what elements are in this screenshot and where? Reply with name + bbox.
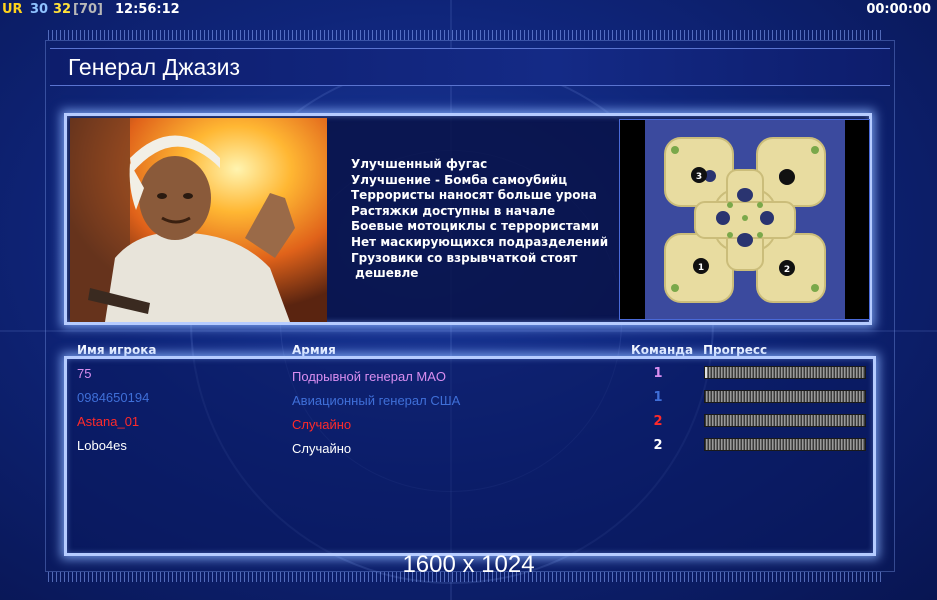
player-roster-panel <box>64 356 876 556</box>
feature-item: Грузовики со взрывчаткой стоят <box>351 250 578 265</box>
player-army: Случайно <box>292 441 352 456</box>
progress-fill <box>705 367 707 378</box>
feature-item: дешевле <box>351 266 419 281</box>
top-status-bar: UR 30 32 [70] 12:56:12 00:00:00 <box>0 0 937 20</box>
feature-item: Боевые мотоциклы с террористами <box>351 219 599 234</box>
header-progress: Прогресс <box>703 343 768 357</box>
player-name: Astana_01 <box>77 414 140 429</box>
player-team: 1 <box>653 390 663 405</box>
player-progress-bar <box>704 414 866 427</box>
hud-ur-label: UR <box>2 2 23 17</box>
player-army: Подрывной генерал MAO <box>292 369 447 384</box>
resolution-label: 1600 x 1024 <box>402 551 535 578</box>
player-progress-bar <box>704 366 866 379</box>
player-name: Lobo4es <box>77 438 127 453</box>
hud-value-70: [70] <box>73 2 103 17</box>
hud-timer: 00:00:00 <box>866 2 931 17</box>
player-name: 0984650194 <box>77 390 150 405</box>
feature-item: Террористы наносят больше урона <box>351 188 597 203</box>
player-team: 1 <box>653 366 663 381</box>
hud-value-32: 32 <box>53 2 72 17</box>
general-features-list: Улучшенный фугас Улучшение - Бомба самоу… <box>351 157 608 282</box>
minimap-preview: 3 1 2 <box>619 119 870 320</box>
player-army: Случайно <box>292 417 352 432</box>
player-progress-bar <box>704 438 866 451</box>
header-team: Команда <box>631 343 694 357</box>
minimap-start-label: 1 <box>698 263 704 273</box>
feature-item: Улучшение - Бомба самоубийц <box>351 172 568 187</box>
feature-item: Улучшенный фугас <box>351 157 488 171</box>
minimap-start-label: 2 <box>784 265 790 275</box>
player-name: 75 <box>77 366 92 381</box>
hud-clock: 12:56:12 <box>115 2 180 17</box>
general-portrait <box>70 118 327 322</box>
header-player-name: Имя игрока <box>77 343 157 357</box>
feature-item: Растяжки доступны в начале <box>351 203 556 218</box>
feature-item: Нет маскирующихся подразделений <box>351 234 609 249</box>
header-army: Армия <box>292 343 336 357</box>
general-title: Генерал Джазиз <box>68 54 241 80</box>
player-army: Авиационный генерал США <box>292 393 461 408</box>
hud-value-30: 30 <box>30 2 49 17</box>
minimap-start-label: 3 <box>696 172 702 182</box>
player-team: 2 <box>653 414 663 429</box>
player-progress-bar <box>704 390 866 403</box>
decorative-dotted-strip-top <box>48 30 884 40</box>
player-team: 2 <box>653 438 663 453</box>
